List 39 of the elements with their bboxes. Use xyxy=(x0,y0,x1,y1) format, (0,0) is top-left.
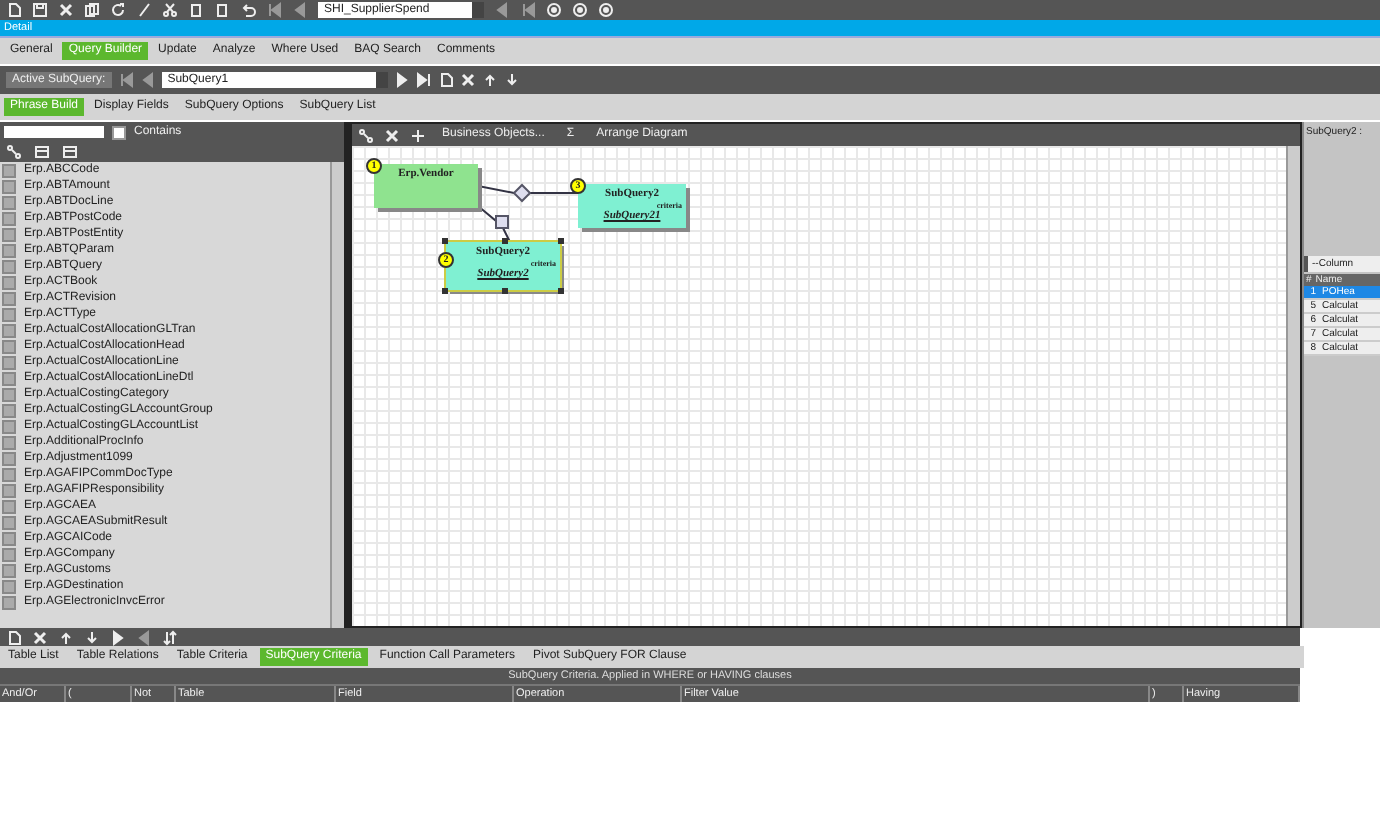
close-icon[interactable] xyxy=(32,629,48,645)
scrollbar[interactable] xyxy=(330,162,344,628)
scrollbar[interactable] xyxy=(1286,146,1300,626)
close-icon[interactable] xyxy=(384,127,400,143)
resize-handle[interactable] xyxy=(558,238,564,244)
new-icon[interactable] xyxy=(6,629,22,645)
resize-handle[interactable] xyxy=(442,288,448,294)
new-icon[interactable] xyxy=(437,72,454,88)
resize-handle[interactable] xyxy=(442,238,448,244)
first-record-icon[interactable] xyxy=(266,2,282,18)
save-icon[interactable] xyxy=(32,2,48,18)
down-arrow-icon[interactable] xyxy=(503,72,520,88)
circle-icon[interactable] xyxy=(546,2,562,18)
circle-icon[interactable] xyxy=(598,2,614,18)
contains-checkbox[interactable] xyxy=(112,125,126,139)
table-search-field[interactable] xyxy=(4,126,104,138)
down-arrow-icon[interactable] xyxy=(84,629,100,645)
resize-handle[interactable] xyxy=(501,238,507,244)
previous-icon[interactable] xyxy=(139,72,156,88)
close-icon[interactable] xyxy=(58,2,74,18)
resize-handle[interactable] xyxy=(558,288,564,294)
up-arrow-icon[interactable] xyxy=(58,629,74,645)
refresh-icon[interactable] xyxy=(110,2,126,18)
next-icon[interactable] xyxy=(393,72,410,88)
new-icon[interactable] xyxy=(6,2,22,18)
link-icon[interactable] xyxy=(6,144,22,160)
grid-icon[interactable] xyxy=(34,144,50,160)
close-icon[interactable] xyxy=(459,72,476,88)
scissors-icon[interactable] xyxy=(162,2,178,18)
resize-handle[interactable] xyxy=(501,288,507,294)
move-icon[interactable] xyxy=(410,127,426,143)
undo-icon[interactable] xyxy=(240,2,256,18)
link-icon[interactable] xyxy=(358,127,374,143)
last-icon[interactable] xyxy=(415,72,432,88)
copy-icon[interactable] xyxy=(84,2,100,18)
sort-icon[interactable] xyxy=(162,629,178,645)
circle-icon[interactable] xyxy=(572,2,588,18)
first-icon[interactable] xyxy=(117,72,134,88)
up-arrow-icon[interactable] xyxy=(481,72,498,88)
